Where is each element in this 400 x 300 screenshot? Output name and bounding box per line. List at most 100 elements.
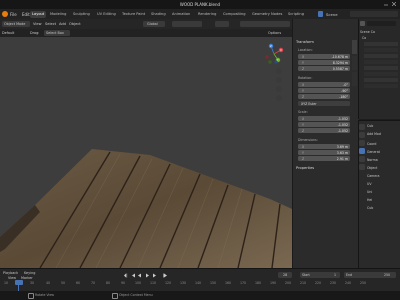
rotation-mode-value: XYZ Euler	[301, 101, 317, 106]
gizmo-x-label: X	[280, 48, 282, 52]
outliner-row[interactable]	[364, 54, 398, 58]
frame-tick: 130	[180, 281, 187, 285]
workspace-tab-sculpting[interactable]: Sculpting	[71, 11, 92, 18]
close-icon[interactable]	[391, 1, 397, 7]
proportional-edit-toggle[interactable]	[215, 21, 229, 27]
object-properties-tab[interactable]	[359, 156, 365, 162]
workspace-tab-modeling[interactable]: Modeling	[48, 11, 68, 18]
3d-viewport[interactable]	[0, 37, 292, 269]
tab-tool[interactable]	[352, 56, 357, 70]
frame-tick: 160	[225, 281, 232, 285]
scale-z-axis: Z	[302, 128, 305, 133]
scene-selector[interactable]: Scene	[326, 12, 338, 17]
tab-view[interactable]	[352, 72, 357, 86]
scale-label: Scale:	[298, 110, 308, 114]
scale-y-value: -1.052	[337, 122, 348, 127]
options-dropdown[interactable]: Options	[268, 31, 281, 35]
prop-label-uv: UV	[367, 182, 372, 186]
workspace-tab-geometry-nodes[interactable]: Geometry Nodes	[250, 11, 284, 18]
pan-icon[interactable]	[276, 77, 282, 83]
scale-z-value: -1.052	[337, 128, 348, 133]
modifier-properties-tab[interactable]	[359, 148, 365, 154]
frame-tick: 190	[270, 281, 277, 285]
menu-edit[interactable]: Edit	[22, 12, 30, 17]
workspace-tab-shading[interactable]: Shading	[149, 11, 168, 18]
outliner-row[interactable]	[364, 48, 398, 52]
snap-toggle[interactable]	[172, 21, 202, 27]
prop-label-height: Hei	[367, 198, 373, 202]
navigation-gizmo[interactable]: X Y Z	[262, 42, 286, 66]
rotation-x-value: -0°	[343, 82, 348, 87]
transform-panel-header[interactable]: Transform	[296, 40, 314, 44]
prop-label-uni: Uni	[367, 190, 373, 194]
dimensions-label: Dimensions:	[298, 138, 318, 142]
view-layer-selector[interactable]	[350, 11, 398, 17]
workspace-tab-rendering[interactable]: Rendering	[196, 11, 218, 18]
dimensions-x-value: 3.69 m	[336, 144, 348, 149]
workspace-tab-layout[interactable]: Layout	[30, 11, 47, 18]
outliner-row[interactable]	[364, 72, 398, 76]
location-x-axis: X	[302, 54, 305, 59]
tab-item[interactable]	[352, 40, 357, 54]
frame-tick: 220	[315, 281, 322, 285]
orientation-default[interactable]: Default	[2, 31, 14, 35]
location-y-value: 8.3294 m	[332, 60, 348, 65]
playhead[interactable]	[15, 280, 23, 285]
frame-tick: 170	[240, 281, 247, 285]
timeline	[0, 268, 400, 292]
scene-icon[interactable]	[318, 11, 323, 17]
menu-add[interactable]: Add	[59, 22, 66, 26]
workspace-tab-compositing[interactable]: Compositing	[221, 11, 248, 18]
timeline-menu-keying[interactable]: Keying	[24, 271, 35, 275]
perspective-toggle-icon[interactable]	[276, 95, 282, 101]
frame-tick: 180	[255, 281, 262, 285]
frame-tick: 240	[345, 281, 352, 285]
outliner-search-input[interactable]	[367, 21, 396, 26]
workspace-tab-uv-editing[interactable]: UV Editing	[95, 11, 118, 18]
dimensions-z-value: 2.91 m	[336, 156, 348, 161]
prop-label-coord: Coord	[367, 142, 377, 146]
timeline-menu-playback[interactable]: Playback	[3, 271, 18, 275]
location-z-axis: Z	[302, 66, 305, 71]
outliner-scene-collection[interactable]: Scene Co	[360, 30, 375, 34]
zoom-icon[interactable]	[276, 68, 282, 74]
outliner-row[interactable]	[364, 66, 398, 70]
blender-logo-icon[interactable]	[2, 11, 8, 17]
outliner-row[interactable]	[364, 60, 398, 64]
menu-view[interactable]: View	[33, 22, 42, 26]
drag-select-value: Select Box	[46, 31, 64, 35]
menu-object[interactable]: Object	[69, 22, 81, 26]
workspace-tab-texture-paint[interactable]: Texture Paint	[120, 11, 147, 18]
wood-plank-model[interactable]	[0, 37, 292, 269]
rotation-z-value: -180°	[339, 94, 348, 99]
workspace-tab-animation[interactable]: Animation	[170, 11, 192, 18]
properties-panel-header[interactable]: Properties	[296, 166, 314, 170]
tool-properties-tab[interactable]	[359, 124, 365, 130]
outliner-row[interactable]	[364, 78, 398, 82]
frame-tick: 80	[106, 281, 111, 285]
render-properties-tab[interactable]	[359, 132, 365, 138]
add-modifier-button[interactable]: Add Mod	[367, 132, 381, 136]
location-y-axis: Y	[302, 60, 304, 65]
start-frame-label: Start	[302, 273, 310, 277]
frame-tick: 110	[150, 281, 157, 285]
workspace-tab-scripting[interactable]: Scripting	[286, 11, 306, 18]
overlay-toggles[interactable]	[240, 21, 290, 27]
menu-file[interactable]: File	[10, 12, 17, 17]
frame-tick: 50	[61, 281, 66, 285]
outliner-editor-icon[interactable]	[360, 21, 365, 26]
transform-orientation-label: Global	[147, 22, 158, 26]
outliner-row[interactable]	[364, 42, 398, 46]
output-properties-tab[interactable]	[359, 140, 365, 146]
playback-controls[interactable]	[124, 273, 168, 278]
material-properties-tab[interactable]	[359, 164, 365, 170]
location-x-value: -10.678 m	[331, 54, 348, 59]
status-rotate-view: Rotate View	[35, 293, 55, 297]
status-bar	[0, 291, 400, 300]
menu-select[interactable]: Select	[45, 22, 56, 26]
outliner-collection[interactable]: Co	[362, 36, 366, 40]
outliner-row[interactable]	[364, 84, 398, 88]
end-frame-value: 250	[384, 273, 391, 277]
minimize-icon[interactable]	[384, 2, 388, 6]
camera-view-icon[interactable]	[276, 86, 282, 92]
